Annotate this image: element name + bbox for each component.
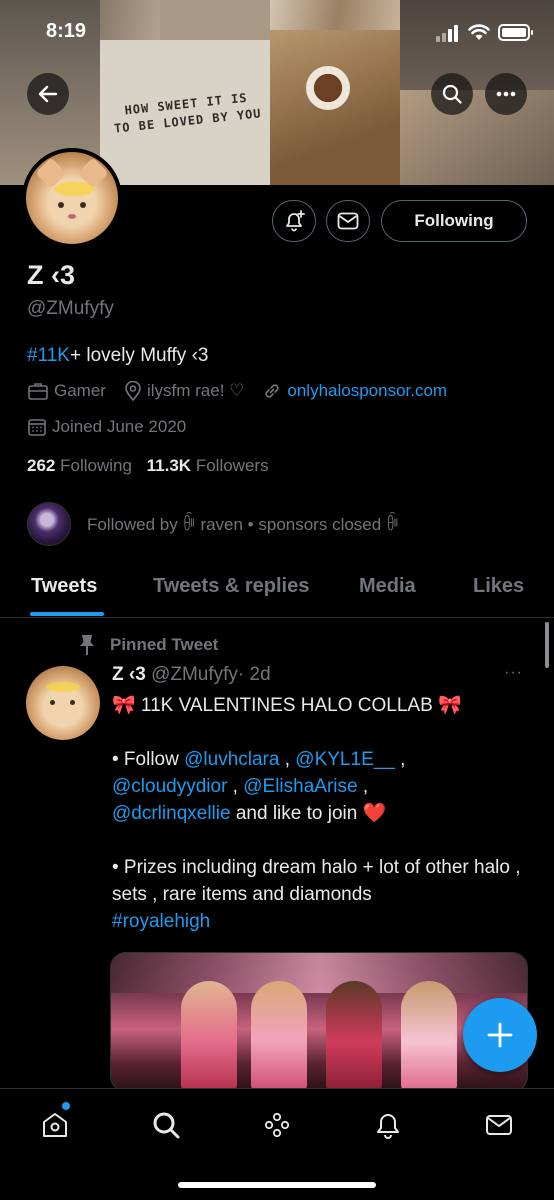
back-arrow-icon <box>38 85 58 103</box>
follow-prefix: • Follow <box>112 749 179 770</box>
tweet-header: Z ‹3 @ZMufyfy· 2d <box>112 664 271 686</box>
nav-explore[interactable] <box>148 1107 184 1143</box>
followed-by-text: Followed by ꀼ raven • sponsors closed ꀼ <box>87 515 400 534</box>
following-count: 262 <box>27 456 56 475</box>
pinned-tweet-text: Pinned Tweet <box>110 635 219 654</box>
profile-meta-row: Gamer ilysfm rae! ♡ onlyhalosponsor.com <box>27 381 447 401</box>
bell-plus-icon <box>286 210 305 232</box>
status-bar: 8:19 <box>0 0 554 66</box>
tweet-more-button[interactable]: ··· <box>504 664 523 682</box>
nav-notifications[interactable] <box>370 1107 406 1143</box>
mention-luvhclara[interactable]: @luvhclara <box>184 749 279 770</box>
tweet-hashtag-royalehigh[interactable]: #royalehigh <box>112 908 526 935</box>
location-pin-icon <box>125 381 141 401</box>
status-time: 8:19 <box>46 20 87 42</box>
compose-tweet-button[interactable] <box>463 998 537 1072</box>
tweet-age: · 2d <box>237 664 271 685</box>
mention-sep2: , <box>394 749 406 770</box>
mention-sep4: , <box>357 776 369 797</box>
home-icon <box>43 1113 67 1137</box>
mention-dcrlinqxellie[interactable]: @dcrlinqxellie <box>112 803 231 824</box>
spaces-icon <box>264 1112 290 1138</box>
tab-tweets[interactable]: Tweets <box>31 575 97 598</box>
following-button[interactable]: Following <box>381 200 527 242</box>
briefcase-icon <box>28 383 48 400</box>
tweet-author-avatar[interactable] <box>26 666 100 740</box>
bell-icon <box>377 1114 399 1139</box>
envelope-icon <box>337 212 359 230</box>
nav-spaces[interactable] <box>259 1107 295 1143</box>
envelope-icon <box>486 1115 512 1135</box>
followers-label: Followers <box>195 456 269 475</box>
pinned-tweet-label: Pinned Tweet <box>78 634 218 656</box>
pin-icon <box>80 635 94 655</box>
mention-elishaarise[interactable]: @ElishaArise <box>243 776 357 797</box>
bio-text: + lovely Muffy ‹3 <box>69 345 209 366</box>
bio-hashtag-link[interactable]: #11K <box>27 345 70 366</box>
profile-stats: 262 Following 11.3K Followers <box>27 456 269 476</box>
calendar-icon <box>28 419 46 436</box>
profile-tabs: Tweets Tweets & replies Media Likes <box>0 560 554 618</box>
tweet-prizes: • Prizes including dream halo + lot of o… <box>112 857 521 905</box>
profile-category: Gamer <box>54 381 106 400</box>
profile-name: Z ‹3 <box>27 260 76 290</box>
followers-count: 11.3K <box>146 456 192 475</box>
back-button[interactable] <box>27 73 69 115</box>
tab-likes[interactable]: Likes <box>473 575 524 598</box>
coffee-cup-image <box>306 66 350 110</box>
following-label: Following <box>60 456 132 475</box>
profile-website-link[interactable]: onlyhalosponsor.com <box>287 381 447 401</box>
plus-icon <box>487 1022 513 1048</box>
join-text: and like to join ❤️ <box>230 803 387 824</box>
message-button[interactable] <box>326 200 370 242</box>
notifications-toggle-button[interactable] <box>272 200 316 242</box>
followers-link[interactable]: 11.3K Followers <box>147 456 269 475</box>
profile-joined-row: Joined June 2020 <box>27 417 186 437</box>
profile-joined-date: Joined June 2020 <box>52 417 187 436</box>
mention-sep3: , <box>227 776 244 797</box>
tweet-author-handle[interactable]: @ZMufyfy <box>151 664 238 685</box>
cellular-signal-icon <box>436 24 462 42</box>
search-button[interactable] <box>431 73 473 115</box>
mention-cloudyydior[interactable]: @cloudyydior <box>112 776 227 797</box>
scrollbar[interactable] <box>545 622 549 668</box>
mention-kyl1e[interactable]: @KYL1E__ <box>295 749 395 770</box>
tweet-author-name[interactable]: Z ‹3 <box>112 664 146 685</box>
search-icon <box>153 1112 180 1139</box>
profile-bio: #11K+ lovely Muffy ‹3 <box>27 345 208 367</box>
home-indicator <box>178 1182 376 1188</box>
active-tab-indicator <box>30 612 104 616</box>
wifi-icon <box>468 24 490 40</box>
mention-sep1: , <box>279 749 296 770</box>
nav-home[interactable] <box>37 1107 73 1143</box>
following-link[interactable]: 262 Following <box>27 456 132 475</box>
tweet-line1: 🎀 11K VALENTINES HALO COLLAB 🎀 <box>112 695 462 716</box>
tweet-body: 🎀 11K VALENTINES HALO COLLAB 🎀 • Follow … <box>112 692 526 935</box>
home-notification-dot <box>62 1102 70 1110</box>
tab-media[interactable]: Media <box>359 575 416 598</box>
more-icon <box>496 91 516 97</box>
follower-avatar <box>27 502 71 546</box>
link-icon <box>265 384 279 398</box>
profile-location: ilysfm rae! ♡ <box>146 381 245 400</box>
followed-by-row[interactable]: Followed by ꀼ raven • sponsors closed ꀼ <box>27 502 399 546</box>
profile-avatar[interactable] <box>22 148 122 248</box>
tab-tweets-and-replies[interactable]: Tweets & replies <box>153 575 309 598</box>
search-icon <box>442 84 462 104</box>
battery-icon <box>498 24 533 41</box>
profile-handle: @ZMufyfy <box>27 298 114 319</box>
nav-messages[interactable] <box>481 1107 517 1143</box>
tweet-follow-paragraph: • Follow @luvhclara , @KYL1E__ , @cloudy… <box>112 746 526 827</box>
more-options-button[interactable] <box>485 73 527 115</box>
